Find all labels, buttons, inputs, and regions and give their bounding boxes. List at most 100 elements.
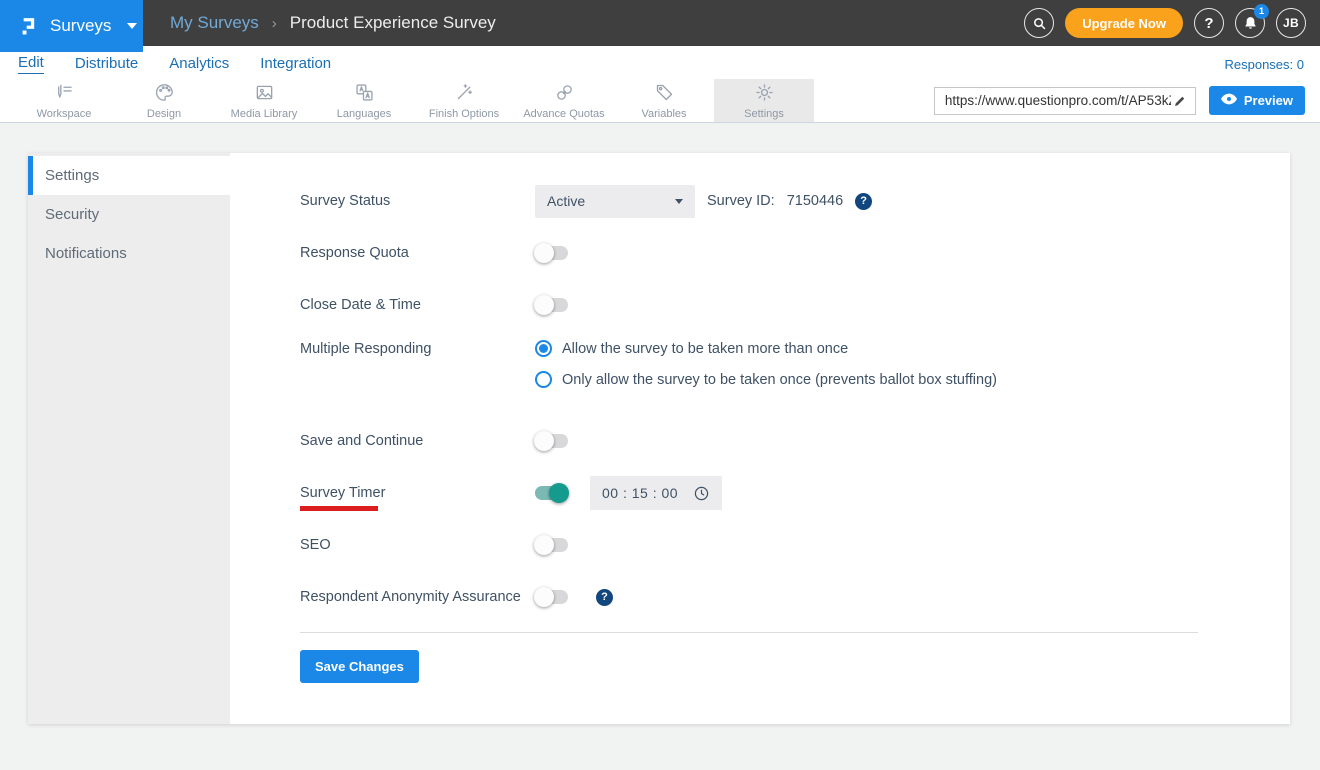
survey-status-select[interactable]: Active — [535, 184, 695, 218]
toolbar-item-advance-quotas[interactable]: Advance Quotas — [514, 79, 614, 122]
survey-status-row: Survey Status Active Survey ID: 7150446 … — [300, 175, 1250, 227]
radio-unselected-icon — [535, 371, 552, 388]
survey-timer-toggle[interactable] — [535, 483, 569, 503]
chevron-down-icon — [675, 198, 683, 204]
close-date-time-label: Close Date & Time — [300, 297, 421, 313]
workspace-icon — [54, 82, 75, 106]
toolbar-item-label: Advance Quotas — [523, 107, 605, 120]
responses-count[interactable]: Responses: 0 — [1225, 57, 1305, 72]
radio-selected-icon — [535, 340, 552, 357]
sidebar-item-notifications[interactable]: Notifications — [28, 234, 230, 273]
preview-label: Preview — [1243, 93, 1293, 108]
help-button[interactable]: ? — [1194, 8, 1224, 38]
bell-icon — [1243, 15, 1258, 31]
sidebar-item-settings[interactable]: Settings — [28, 156, 230, 195]
seo-row: SEO — [300, 519, 1250, 571]
caret-down-icon — [127, 23, 138, 29]
toolbar-item-label: Settings — [744, 107, 784, 120]
toolbar-item-languages[interactable]: Languages — [314, 79, 414, 122]
search-button[interactable] — [1024, 8, 1055, 38]
search-icon — [1032, 16, 1047, 31]
tab-analytics[interactable]: Analytics — [169, 55, 229, 74]
design-icon — [154, 82, 175, 106]
advance-quotas-icon — [554, 82, 575, 106]
sidebar-item-security[interactable]: Security — [28, 195, 230, 234]
multiple-responding-label: Multiple Responding — [300, 341, 432, 357]
response-quota-toggle[interactable] — [534, 243, 568, 263]
notification-badge: 1 — [1254, 4, 1269, 19]
close-date-time-toggle[interactable] — [534, 295, 568, 315]
survey-timer-row: Survey Timer 00 : 15 : 00 — [300, 467, 1250, 519]
breadcrumb: My Surveys › Product Experience Survey — [170, 13, 496, 33]
respondent-anonymity-help-icon[interactable]: ? — [596, 588, 613, 606]
survey-timer-label: Survey Timer — [300, 485, 386, 501]
preview-eye-icon — [1220, 93, 1237, 108]
preview-button[interactable]: Preview — [1208, 86, 1305, 115]
save-and-continue-row: Save and Continue — [300, 415, 1250, 467]
survey-timer-time-field[interactable]: 00 : 15 : 00 — [590, 476, 723, 510]
toolbar-item-label: Design — [146, 107, 182, 120]
survey-url-box — [933, 86, 1196, 115]
toolbar-item-label: Finish Options — [428, 107, 500, 120]
toolbar-item-workspace[interactable]: Workspace — [14, 79, 114, 122]
edit-toolbar: Workspace Design Media Library Languages… — [0, 79, 1320, 123]
survey-url-input[interactable] — [942, 92, 1173, 109]
top-bar: Surveys My Surveys › Product Experience … — [0, 0, 1320, 52]
seo-label: SEO — [300, 537, 331, 553]
product-label: Surveys — [50, 16, 112, 35]
settings-card: Settings Security Notifications Survey S… — [28, 153, 1290, 724]
save-and-continue-label: Save and Continue — [300, 433, 424, 449]
tab-distribute[interactable]: Distribute — [75, 55, 138, 74]
toolbar-item-settings[interactable]: Settings — [714, 79, 814, 122]
finish-options-icon — [454, 82, 475, 106]
save-changes-button[interactable]: Save Changes — [300, 650, 419, 683]
languages-icon — [354, 82, 375, 106]
variables-icon — [654, 82, 675, 106]
survey-timer-value: 00 : 15 : 00 — [602, 485, 679, 501]
close-date-time-row: Close Date & Time — [300, 279, 1250, 331]
seo-toggle[interactable] — [534, 535, 568, 555]
breadcrumb-my-surveys[interactable]: My Surveys — [170, 13, 259, 33]
toolbar-item-label: Workspace — [36, 107, 92, 120]
tab-edit[interactable]: Edit — [18, 54, 44, 74]
toggle-knob — [534, 431, 554, 451]
toolbar-item-finish-options[interactable]: Finish Options — [414, 79, 514, 122]
response-quota-row: Response Quota — [300, 227, 1250, 279]
toolbar-item-label: Media Library — [230, 107, 298, 120]
edit-url-icon[interactable] — [1173, 94, 1187, 108]
respondent-anonymity-row: Respondent Anonymity Assurance ? — [300, 571, 1250, 623]
survey-id-label: Survey ID: — [707, 193, 775, 209]
avatar-initials: JB — [1283, 16, 1299, 30]
radio-allow-multiple[interactable]: Allow the survey to be taken more than o… — [535, 340, 997, 357]
toolbar-item-variables[interactable]: Variables — [614, 79, 714, 122]
settings-icon — [754, 82, 775, 106]
media-library-icon — [254, 82, 275, 106]
toggle-knob — [549, 483, 569, 503]
product-switcher[interactable]: Surveys — [0, 0, 143, 52]
radio-option-label: Allow the survey to be taken more than o… — [562, 340, 849, 357]
user-avatar[interactable]: JB — [1276, 8, 1306, 38]
toolbar-item-design[interactable]: Design — [114, 79, 214, 122]
settings-sidebar: Settings Security Notifications — [28, 153, 230, 724]
radio-only-once[interactable]: Only allow the survey to be taken once (… — [535, 371, 997, 388]
top-bar-actions: Upgrade Now ? 1 JB — [1024, 4, 1320, 38]
respondent-anonymity-toggle[interactable] — [534, 587, 568, 607]
notifications-button[interactable]: 1 — [1235, 4, 1269, 38]
survey-id-value: 7150446 — [786, 193, 844, 209]
multiple-responding-row: Multiple Responding Allow the survey to … — [300, 331, 1250, 415]
toolbar-item-media-library[interactable]: Media Library — [214, 79, 314, 122]
multiple-responding-options: Allow the survey to be taken more than o… — [535, 340, 997, 388]
survey-id-help-icon[interactable]: ? — [855, 192, 873, 210]
save-and-continue-toggle[interactable] — [534, 431, 568, 451]
help-icon: ? — [1204, 14, 1214, 32]
toolbar-right: Preview — [933, 79, 1320, 122]
radio-option-label: Only allow the survey to be taken once (… — [562, 371, 997, 388]
upgrade-now-button[interactable]: Upgrade Now — [1065, 8, 1183, 38]
toolbar-item-label: Variables — [641, 107, 687, 120]
clock-icon — [693, 485, 710, 502]
toggle-knob — [534, 295, 554, 315]
survey-status-value: Active — [547, 193, 586, 209]
survey-status-label: Survey Status — [300, 193, 391, 209]
tab-integration[interactable]: Integration — [260, 55, 331, 74]
toggle-knob — [534, 535, 554, 555]
